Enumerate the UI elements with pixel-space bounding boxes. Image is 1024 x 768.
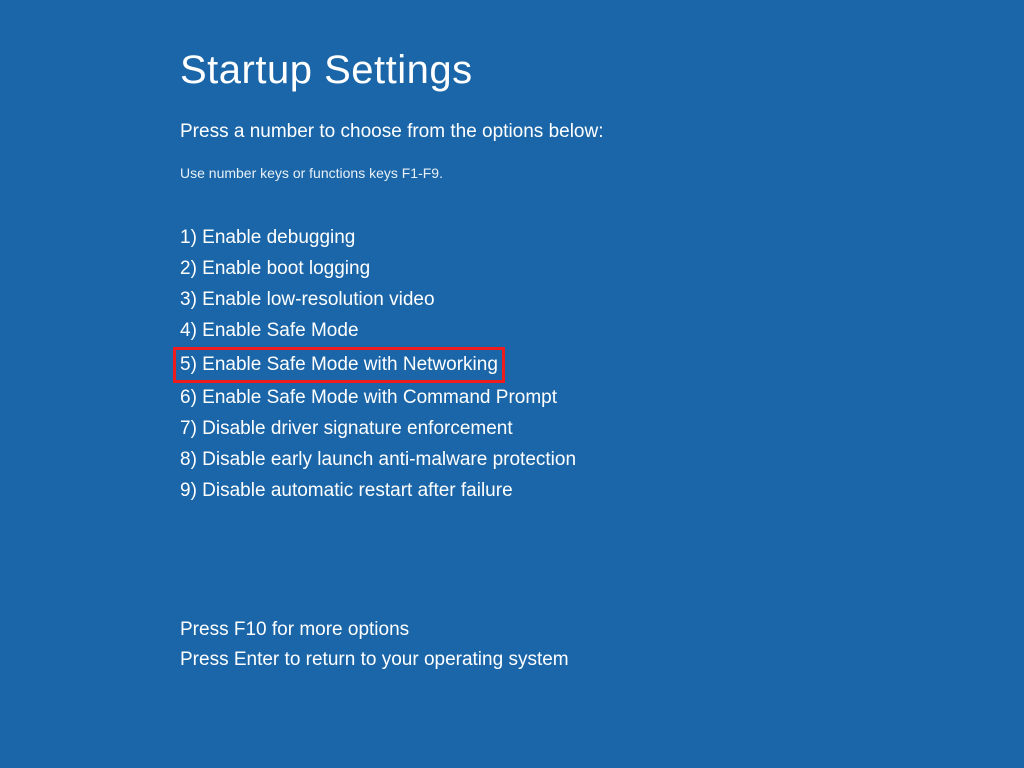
option-enable-low-resolution-video[interactable]: 3) Enable low-resolution video bbox=[180, 285, 1024, 316]
option-enable-debugging[interactable]: 1) Enable debugging bbox=[180, 223, 1024, 254]
option-enable-safe-mode-with-networking[interactable]: 5) Enable Safe Mode with Networking bbox=[180, 347, 1024, 383]
option-enable-boot-logging[interactable]: 2) Enable boot logging bbox=[180, 254, 1024, 285]
return-os-hint: Press Enter to return to your operating … bbox=[180, 645, 1024, 675]
option-enable-safe-mode[interactable]: 4) Enable Safe Mode bbox=[180, 316, 1024, 347]
option-disable-early-launch-anti-malware[interactable]: 8) Disable early launch anti-malware pro… bbox=[180, 445, 1024, 476]
hint-text: Use number keys or functions keys F1-F9. bbox=[180, 165, 1024, 181]
more-options-hint: Press F10 for more options bbox=[180, 615, 1024, 645]
page-title: Startup Settings bbox=[180, 48, 1024, 93]
option-enable-safe-mode-with-command-prompt[interactable]: 6) Enable Safe Mode with Command Prompt bbox=[180, 383, 1024, 414]
options-list: 1) Enable debugging 2) Enable boot loggi… bbox=[180, 223, 1024, 507]
option-disable-driver-signature-enforcement[interactable]: 7) Disable driver signature enforcement bbox=[180, 414, 1024, 445]
option-disable-automatic-restart[interactable]: 9) Disable automatic restart after failu… bbox=[180, 476, 1024, 507]
startup-settings-screen: Startup Settings Press a number to choos… bbox=[0, 0, 1024, 675]
instruction-text: Press a number to choose from the option… bbox=[180, 121, 1024, 143]
